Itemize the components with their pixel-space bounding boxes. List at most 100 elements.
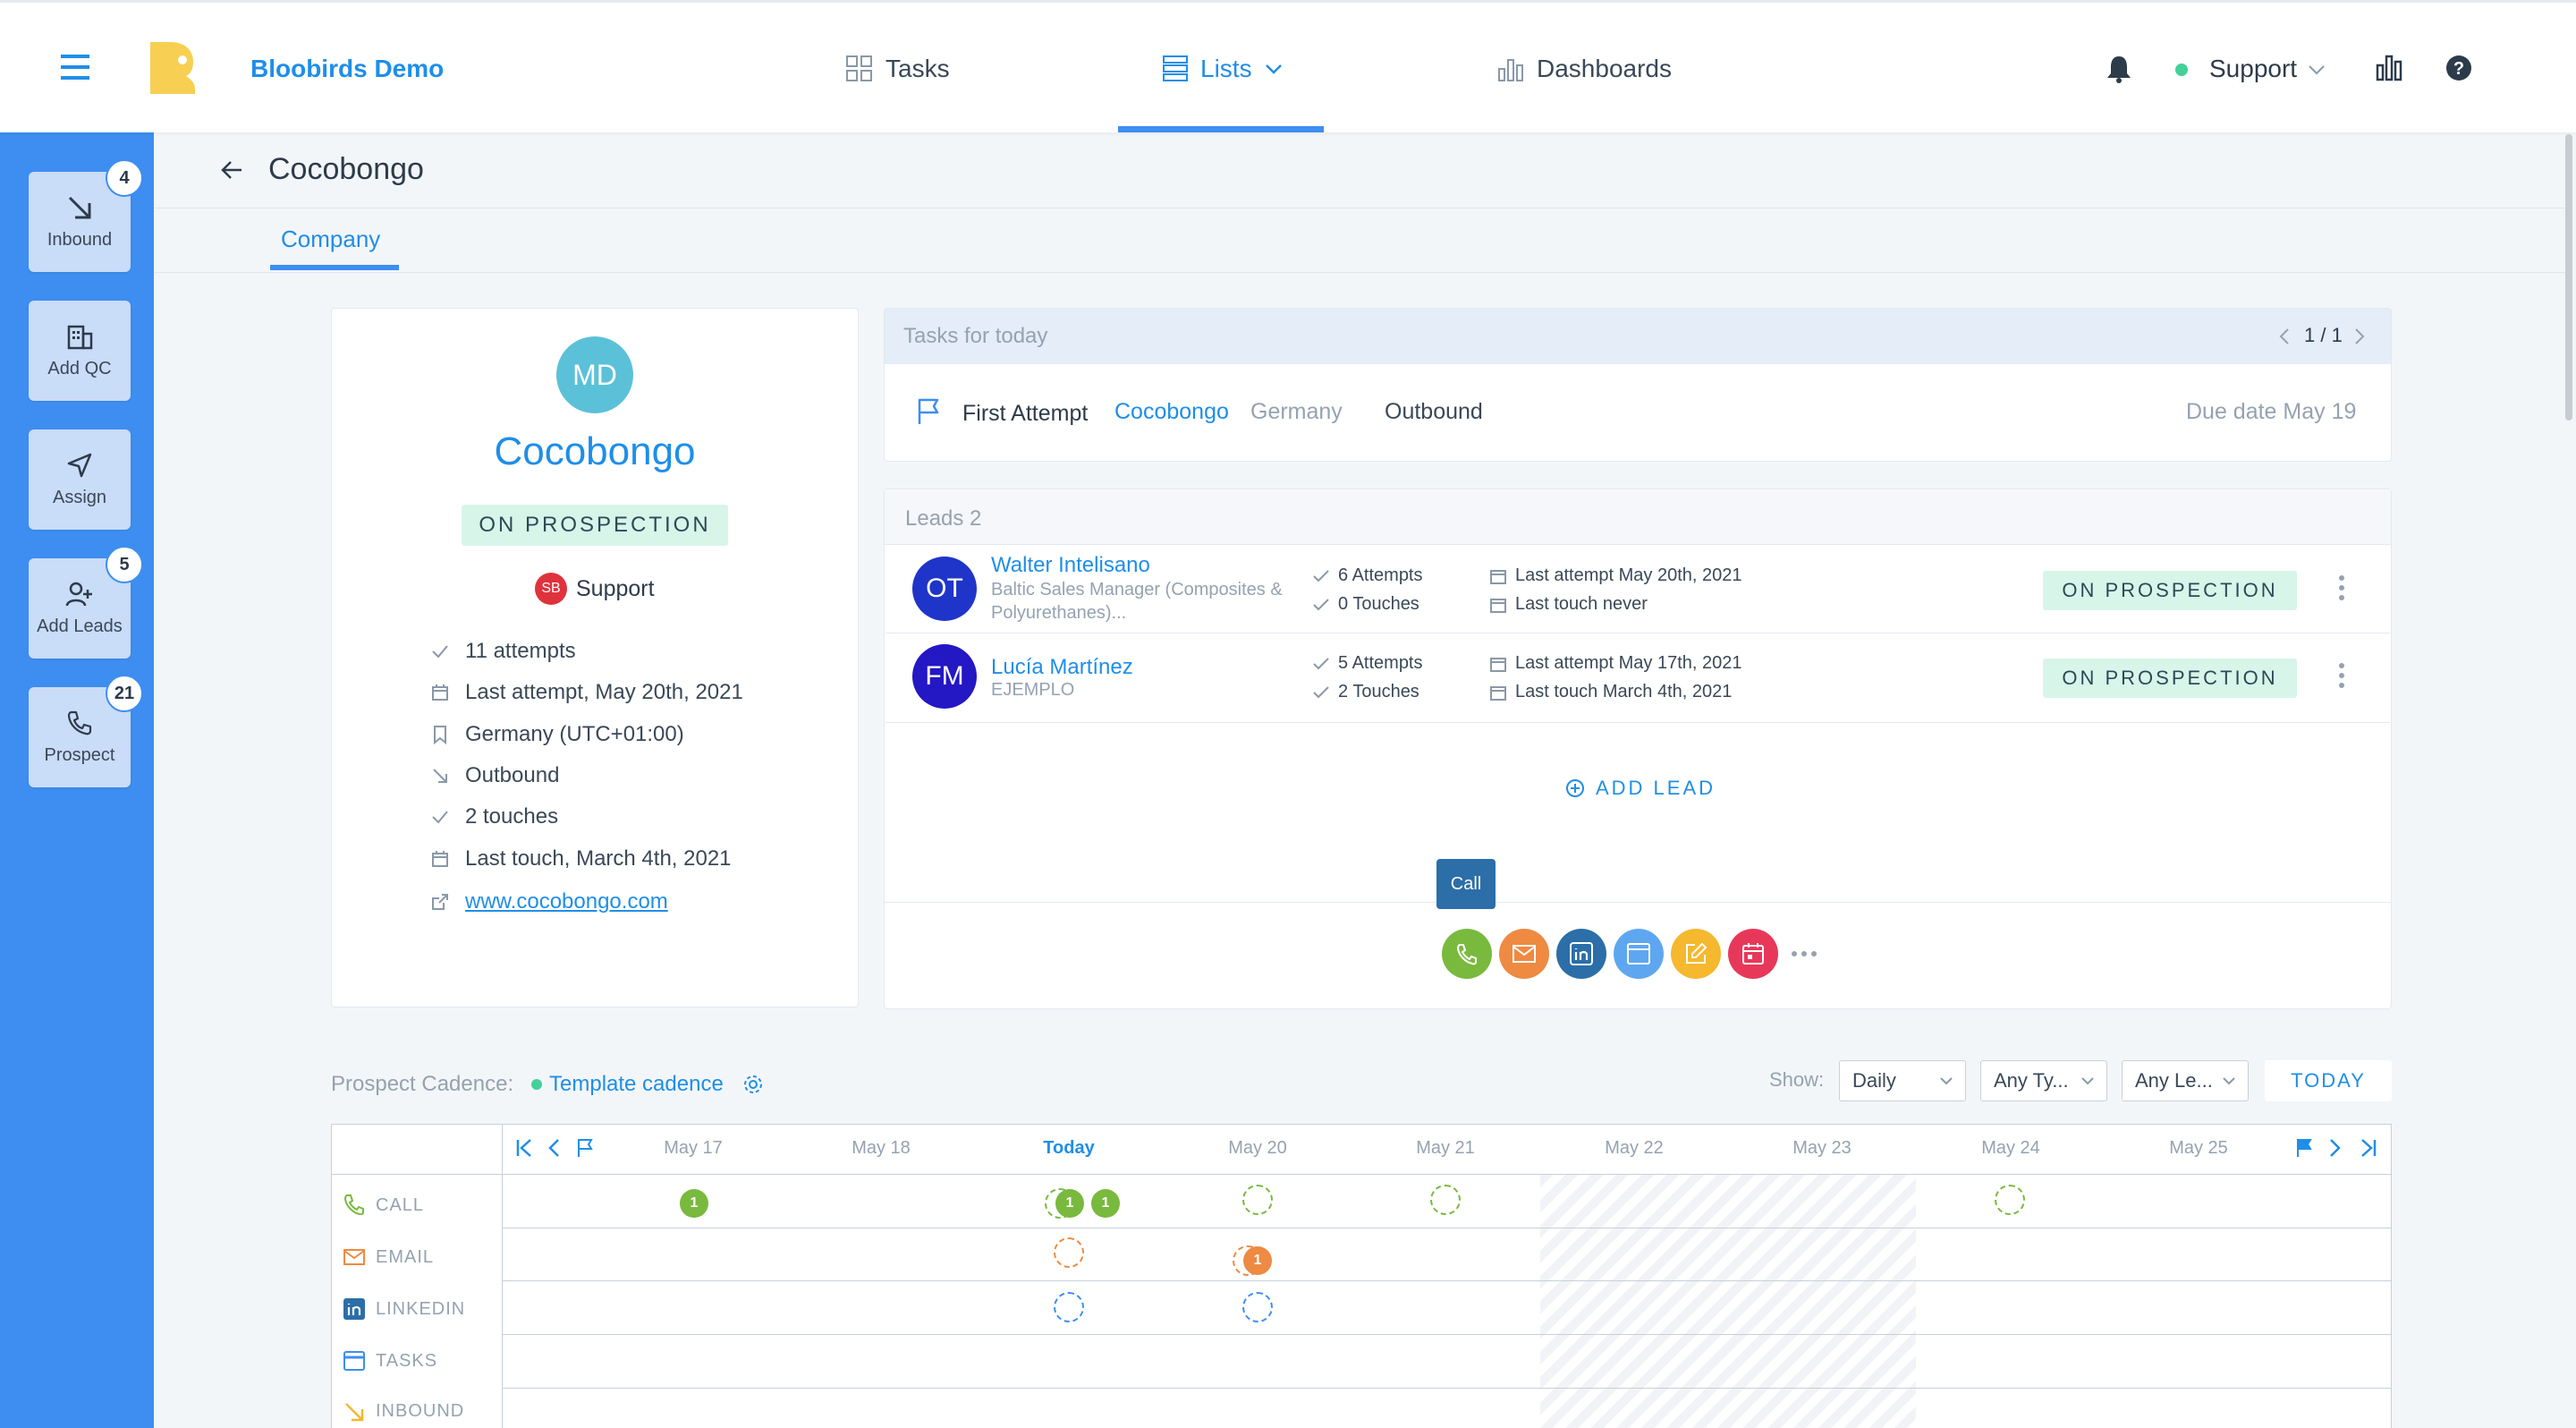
gear-icon[interactable] [742,1074,764,1095]
meeting-action-button[interactable] [1728,929,1778,979]
calendar-icon [1490,597,1506,613]
task-type[interactable]: First Attempt [962,401,1088,427]
task-action-button[interactable] [1614,929,1664,979]
sidebar-item-add-leads[interactable]: 5 Add Leads [29,546,143,659]
call-event-done[interactable]: 1 [1055,1189,1084,1218]
flag-outline-icon[interactable] [576,1138,594,1158]
prospect-badge: 21 [106,675,143,712]
tab-company[interactable]: Company [281,225,380,253]
sidebar-item-inbound[interactable]: 4 Inbound [29,159,143,272]
tasks-header-title: Tasks for today [903,324,1048,348]
lead-row[interactable]: FM Lucía Martínez EJEMPLO 5 Attempts 2 T… [886,635,2390,723]
lead-last-attempt-text: Last attempt May 20th, 2021 [1515,565,1742,585]
linkedin-action-button[interactable] [1556,929,1606,979]
company-name[interactable]: Cocobongo [331,429,859,474]
stat-text: Outbound [465,763,560,787]
lead-name-link[interactable]: Walter Intelisano [991,553,1150,578]
call-event-scheduled[interactable] [1995,1185,2025,1215]
top-bar: Bloobirds Demo Tasks Lists Dashboards Su… [0,0,2576,132]
chevron-left-icon[interactable] [547,1138,560,1158]
company-status-badge[interactable]: ON PROSPECTION [462,505,728,546]
email-action-button[interactable] [1499,929,1549,979]
nav-dashboards[interactable]: Dashboards [1497,55,1672,83]
linkedin-icon [343,1298,365,1320]
call-event-done[interactable]: 1 [680,1189,708,1218]
bloobirds-logo-icon[interactable] [150,42,195,94]
arrow-down-right-icon [431,767,449,785]
svg-text:?: ? [2453,59,2464,79]
call-event-scheduled[interactable] [1430,1185,1461,1215]
period-select[interactable]: Daily [1839,1060,1966,1101]
sidebar-item-assign[interactable]: Assign [29,429,131,530]
lead-row[interactable]: OT Walter Intelisano Baltic Sales Manage… [886,546,2390,633]
call-event-done[interactable]: 1 [1091,1189,1120,1218]
call-tooltip: Call [1436,859,1496,909]
email-event-scheduled[interactable] [1054,1237,1084,1268]
lead-last-attempt: Last attempt May 20th, 2021 [1490,565,1742,586]
call-action-button[interactable] [1442,929,1492,979]
owner-name[interactable]: Support [576,576,655,602]
website-link[interactable]: www.cocobongo.com [465,889,668,914]
nav-dashboards-label: Dashboards [1537,55,1672,82]
channel-label: TASKS [376,1351,438,1371]
last-page-icon[interactable] [2360,1138,2377,1158]
linkedin-event-scheduled[interactable] [1242,1292,1273,1322]
lead-avatar: FM [912,644,977,709]
task-company-link[interactable]: Cocobongo [1114,399,1229,425]
note-action-button[interactable] [1671,929,1721,979]
lead-role-cont: Polyurethanes)... [991,603,1127,623]
user-menu[interactable]: Support [2209,55,2297,83]
today-button[interactable]: TODAY [2265,1060,2392,1101]
linkedin-event-scheduled[interactable] [1054,1292,1084,1322]
more-vertical-icon[interactable] [2338,574,2345,601]
lead-attempts: 5 Attempts [1313,653,1423,674]
lead-avatar: OT [912,557,977,621]
stat-country: Germany (UTC+01:00) [431,722,684,747]
sidebar-item-add-qc[interactable]: Add QC [29,301,131,401]
template-cadence-link[interactable]: Template cadence [549,1072,724,1097]
more-horizontal-icon[interactable] [1791,950,1818,957]
lead-last-touch: Last touch never [1490,594,1648,615]
hamburger-menu-icon[interactable] [61,55,89,80]
page-header: Cocobongo Company [154,132,2565,274]
add-lead-button[interactable]: ADD LEAD [1565,777,1716,800]
tasks-header [885,309,2391,364]
more-vertical-icon[interactable] [2338,662,2345,689]
email-event-done[interactable]: 1 [1243,1246,1272,1275]
lead-select[interactable]: Any Le... [2122,1060,2249,1101]
plus-circle-icon [1565,778,1585,798]
channel-label: INBOUND [376,1401,465,1421]
date-header: May 18 [852,1138,911,1158]
check-icon [1313,685,1329,699]
date-header: May 22 [1605,1138,1664,1158]
lead-name-link[interactable]: Lucía Martínez [991,655,1133,680]
nav-lists[interactable]: Lists [1163,55,1283,83]
chevron-right-icon[interactable] [2354,327,2365,345]
divider [331,1174,2392,1175]
mail-icon [343,1249,365,1265]
user-chevron-down-icon[interactable] [2308,64,2326,76]
chevron-left-icon[interactable] [2279,327,2290,345]
sidebar-item-label: Add QC [47,358,112,378]
phone-icon [66,710,93,736]
cadence-status-dot [531,1079,542,1090]
help-icon[interactable]: ? [2445,55,2472,81]
workspace-name[interactable]: Bloobirds Demo [250,55,444,83]
chevron-right-icon[interactable] [2329,1138,2342,1158]
lead-status-badge[interactable]: ON PROSPECTION [2043,571,2297,610]
scrollbar-thumb[interactable] [2565,134,2572,421]
type-select[interactable]: Any Ty... [1980,1060,2107,1101]
lead-status-badge[interactable]: ON PROSPECTION [2043,659,2297,698]
nav-tasks[interactable]: Tasks [846,55,950,83]
stats-icon[interactable] [2376,55,2402,81]
stat-text: 2 touches [465,804,559,829]
first-page-icon[interactable] [515,1138,533,1158]
flag-filled-icon[interactable] [2295,1138,2313,1158]
grid-icon [846,55,873,82]
call-event-scheduled[interactable] [1242,1185,1273,1215]
back-arrow-icon[interactable] [220,159,243,181]
check-icon [431,809,449,825]
sidebar-item-prospect[interactable]: 21 Prospect [29,675,143,787]
channel-label: LINKEDIN [376,1299,466,1319]
bell-icon[interactable] [2106,55,2132,83]
